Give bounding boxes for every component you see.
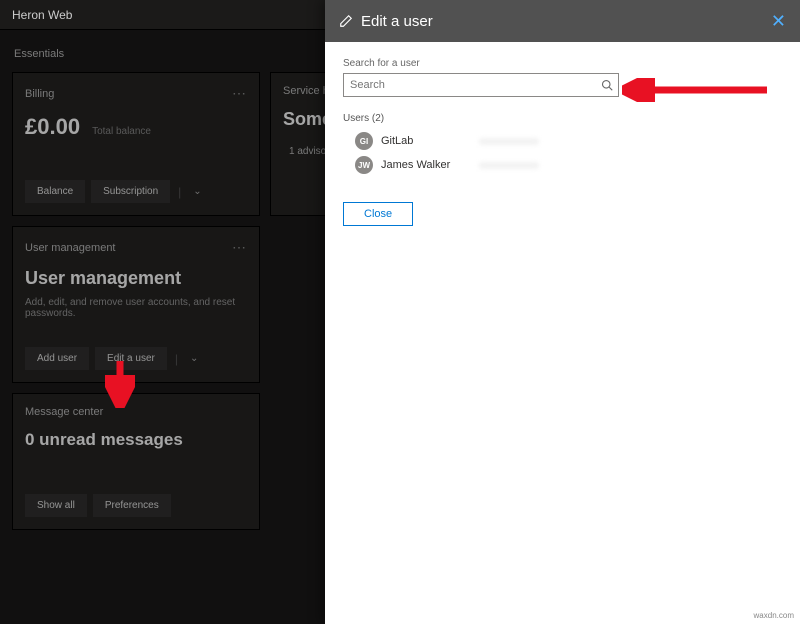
user-name: GitLab: [381, 135, 471, 147]
divider: |: [175, 352, 178, 366]
service-health-card: Service health Some 1 advisory: [270, 72, 330, 216]
add-user-button[interactable]: Add user: [25, 347, 89, 370]
billing-amount-label: Total balance: [92, 126, 151, 137]
user-row[interactable]: JW James Walker: [343, 156, 782, 174]
msgcenter-title: Message center: [25, 406, 103, 418]
billing-amount: £0.00: [25, 114, 80, 140]
user-name: James Walker: [381, 159, 471, 171]
usermgmt-desc: Add, edit, and remove user accounts, and…: [25, 297, 247, 319]
edit-user-panel: Edit a user ✕ Search for a user Users (2…: [325, 0, 800, 624]
subscription-button[interactable]: Subscription: [91, 180, 170, 203]
avatar: GI: [355, 132, 373, 150]
billing-card: Billing ⋯ £0.00 Total balance Balance Su…: [12, 72, 260, 216]
advisory-count: 1 advisory: [289, 146, 330, 157]
chevron-down-icon[interactable]: ⌄: [186, 349, 202, 368]
billing-more-icon[interactable]: ⋯: [232, 85, 247, 102]
panel-header: Edit a user ✕: [325, 0, 800, 42]
msgcenter-heading: 0 unread messages: [25, 430, 247, 450]
watermark: waxdn.com: [754, 611, 794, 620]
close-icon[interactable]: ✕: [771, 11, 786, 32]
service-heading: Some: [283, 109, 317, 130]
avatar: JW: [355, 156, 373, 174]
chevron-down-icon[interactable]: ⌄: [189, 182, 205, 201]
billing-title: Billing: [25, 88, 54, 100]
show-all-button[interactable]: Show all: [25, 494, 87, 517]
message-center-card: Message center 0 unread messages Show al…: [12, 393, 260, 530]
search-user-input[interactable]: [343, 73, 619, 97]
divider: |: [178, 185, 181, 199]
search-user-label: Search for a user: [343, 58, 782, 69]
usermgmt-more-icon[interactable]: ⋯: [232, 239, 247, 256]
user-row[interactable]: GI GitLab: [343, 132, 782, 150]
usermgmt-title: User management: [25, 242, 116, 254]
user-management-card: User management ⋯ User management Add, e…: [12, 226, 260, 383]
user-email-redacted: [479, 162, 539, 169]
edit-user-button[interactable]: Edit a user: [95, 347, 167, 370]
usermgmt-heading: User management: [25, 268, 247, 289]
search-icon[interactable]: [601, 78, 613, 96]
pencil-icon: [339, 14, 353, 28]
users-count-label: Users (2): [343, 113, 782, 124]
balance-button[interactable]: Balance: [25, 180, 85, 203]
panel-title: Edit a user: [361, 13, 433, 30]
preferences-button[interactable]: Preferences: [93, 494, 171, 517]
user-email-redacted: [479, 138, 539, 145]
close-button[interactable]: Close: [343, 202, 413, 226]
service-title: Service health: [283, 85, 330, 97]
